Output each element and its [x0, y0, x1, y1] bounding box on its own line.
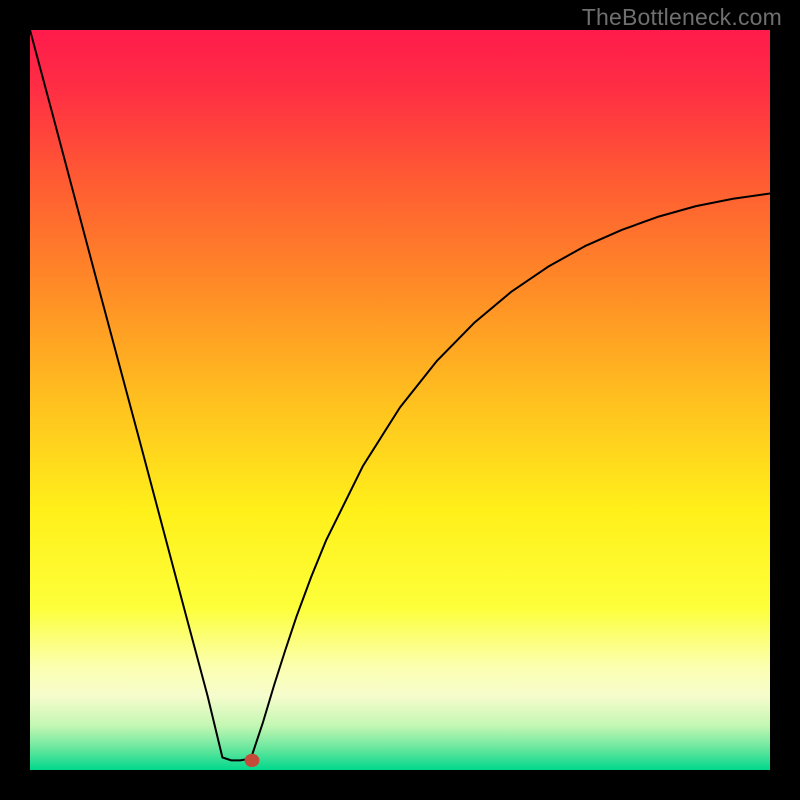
plot-background [30, 30, 770, 770]
watermark-label: TheBottleneck.com [582, 4, 782, 31]
plot-area [30, 30, 770, 770]
optimum-marker [245, 754, 260, 767]
chart-frame: TheBottleneck.com [0, 0, 800, 800]
plot-svg [30, 30, 770, 770]
